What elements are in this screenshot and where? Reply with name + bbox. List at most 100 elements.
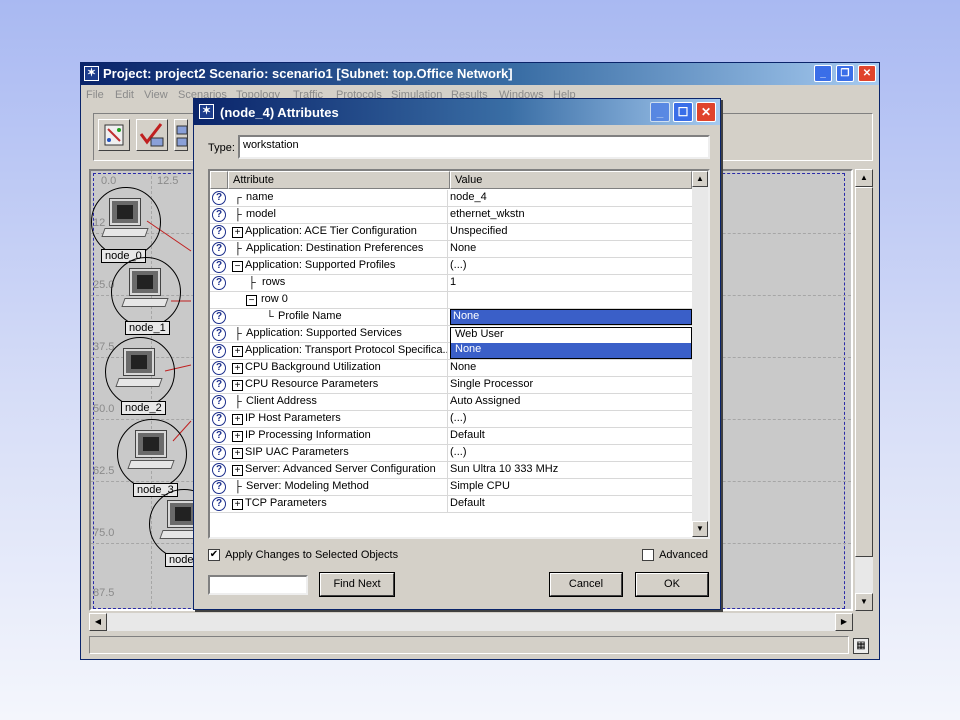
close-icon[interactable]: ✕ [858, 65, 876, 82]
scroll-up-icon[interactable]: ▲ [692, 171, 708, 187]
collapse-icon[interactable]: − [246, 295, 257, 306]
grid-vertical-scrollbar[interactable]: ▲ ▼ [692, 171, 708, 537]
dropdown-option-selected[interactable]: None [451, 343, 691, 358]
toolbar-button-partial[interactable] [174, 119, 188, 151]
checkbox-checked-icon[interactable]: ✔ [208, 549, 220, 562]
help-icon[interactable]: ? [212, 259, 226, 273]
help-icon[interactable]: ? [212, 242, 226, 256]
attribute-value[interactable]: Default [450, 429, 690, 441]
attribute-row[interactable]: − row 0 [210, 292, 692, 309]
attribute-row[interactable]: ? + TCP Parameters Default [210, 496, 692, 513]
expand-icon[interactable]: + [232, 380, 243, 391]
main-title-bar[interactable]: ✶ Project: project2 Scenario: scenario1 … [81, 63, 879, 85]
help-icon[interactable]: ? [212, 191, 226, 205]
attribute-value[interactable]: node_4 [450, 191, 690, 203]
scroll-thumb[interactable] [855, 187, 873, 557]
attribute-value[interactable]: Sun Ultra 10 333 MHz [450, 463, 690, 475]
attribute-value[interactable]: Single Processor [450, 378, 690, 390]
find-next-button[interactable]: Find Next [319, 572, 395, 597]
help-icon[interactable]: ? [212, 208, 226, 222]
checkbox-unchecked-icon[interactable] [642, 549, 654, 562]
attribute-value[interactable]: (...) [450, 446, 690, 458]
message-log-icon[interactable]: ▦ [853, 638, 869, 654]
scroll-left-icon[interactable]: ◀ [89, 613, 107, 631]
menu-file[interactable]: File [86, 89, 104, 101]
help-icon[interactable]: ? [212, 497, 226, 511]
node-workstation[interactable]: node_2 [105, 337, 181, 429]
help-icon[interactable]: ? [212, 412, 226, 426]
attribute-row[interactable]: ? ┌ name node_4 [210, 190, 692, 207]
expand-icon[interactable]: + [232, 448, 243, 459]
attribute-row[interactable]: ? + CPU Background Utilization None [210, 360, 692, 377]
attribute-value[interactable]: 1 [450, 276, 690, 288]
canvas-horizontal-scrollbar[interactable]: ◀ ▶ [89, 613, 853, 631]
type-field[interactable]: workstation [238, 135, 710, 159]
help-icon[interactable]: ? [212, 446, 226, 460]
help-icon[interactable]: ? [212, 327, 226, 341]
attribute-value[interactable]: None [450, 361, 690, 373]
profile-name-combobox[interactable]: None [450, 309, 692, 325]
collapse-icon[interactable]: − [232, 261, 243, 272]
minimize-icon[interactable]: _ [814, 65, 832, 82]
attribute-row[interactable]: ? + CPU Resource Parameters Single Proces… [210, 377, 692, 394]
node-workstation[interactable]: node_1 [111, 257, 187, 349]
find-text-input[interactable] [208, 575, 308, 595]
attribute-row[interactable]: ? ├ Server: Modeling Method Simple CPU [210, 479, 692, 496]
close-icon[interactable]: ✕ [696, 102, 716, 122]
attribute-value[interactable]: Auto Assigned [450, 395, 690, 407]
header-value[interactable]: Value [450, 171, 692, 189]
expand-icon[interactable]: + [232, 363, 243, 374]
attribute-row-selected[interactable]: ? └ Profile Name None [210, 309, 692, 326]
menu-view[interactable]: View [144, 89, 168, 101]
canvas-vertical-scrollbar[interactable]: ▲ ▼ [855, 169, 873, 611]
attribute-row[interactable]: ? ├ rows 1 [210, 275, 692, 292]
restore-icon[interactable]: ❐ [836, 65, 854, 82]
attribute-row[interactable]: ? ├ Client Address Auto Assigned [210, 394, 692, 411]
help-icon[interactable]: ? [212, 480, 226, 494]
cancel-button[interactable]: Cancel [549, 572, 623, 597]
attribute-value[interactable]: Simple CPU [450, 480, 690, 492]
expand-icon[interactable]: + [232, 414, 243, 425]
open-object-palette-button[interactable] [98, 119, 130, 151]
attribute-row[interactable]: ? + SIP UAC Parameters (...) [210, 445, 692, 462]
expand-icon[interactable]: + [232, 346, 243, 357]
expand-icon[interactable]: + [232, 227, 243, 238]
minimize-icon[interactable]: _ [650, 102, 670, 122]
scroll-down-icon[interactable]: ▼ [855, 593, 873, 611]
dropdown-option[interactable]: Web User [451, 328, 691, 343]
profile-name-dropdown-list[interactable]: Web User None [450, 327, 692, 359]
attribute-value[interactable]: Unspecified [450, 225, 690, 237]
scroll-down-icon[interactable]: ▼ [692, 521, 708, 537]
attribute-value[interactable]: (...) [450, 412, 690, 424]
help-icon[interactable]: ? [212, 378, 226, 392]
attribute-value[interactable]: Default [450, 497, 690, 509]
attribute-value[interactable]: ethernet_wkstn [450, 208, 690, 220]
help-icon[interactable]: ? [212, 361, 226, 375]
attribute-row[interactable]: ? ├ model ethernet_wkstn [210, 207, 692, 224]
expand-icon[interactable]: + [232, 465, 243, 476]
attribute-row[interactable]: ? − Application: Supported Profiles (...) [210, 258, 692, 275]
expand-icon[interactable]: + [232, 431, 243, 442]
help-icon[interactable]: ? [212, 310, 226, 324]
attribute-row[interactable]: ? + Server: Advanced Server Configuration… [210, 462, 692, 479]
attribute-row[interactable]: ? + IP Host Parameters (...) [210, 411, 692, 428]
attribute-value[interactable]: None [450, 242, 690, 254]
scroll-up-icon[interactable]: ▲ [855, 169, 873, 187]
dialog-title-bar[interactable]: ✶ (node_4) Attributes _ ☐ ✕ [194, 99, 720, 125]
verify-links-button[interactable] [136, 119, 168, 151]
advanced-checkbox[interactable]: Advanced [642, 549, 708, 562]
help-icon[interactable]: ? [212, 225, 226, 239]
attribute-row[interactable]: ? + Application: ACE Tier Configuration U… [210, 224, 692, 241]
ok-button[interactable]: OK [635, 572, 709, 597]
attribute-row[interactable]: ? ├ Application: Destination Preferences … [210, 241, 692, 258]
maximize-icon[interactable]: ☐ [673, 102, 693, 122]
apply-changes-checkbox[interactable]: ✔ Apply Changes to Selected Objects [208, 549, 398, 562]
help-icon[interactable]: ? [212, 344, 226, 358]
help-icon[interactable]: ? [212, 395, 226, 409]
expand-icon[interactable]: + [232, 499, 243, 510]
help-icon[interactable]: ? [212, 463, 226, 477]
help-icon[interactable]: ? [212, 429, 226, 443]
help-icon[interactable]: ? [212, 276, 226, 290]
attribute-value[interactable]: (...) [450, 259, 690, 271]
attribute-row[interactable]: ? + IP Processing Information Default [210, 428, 692, 445]
